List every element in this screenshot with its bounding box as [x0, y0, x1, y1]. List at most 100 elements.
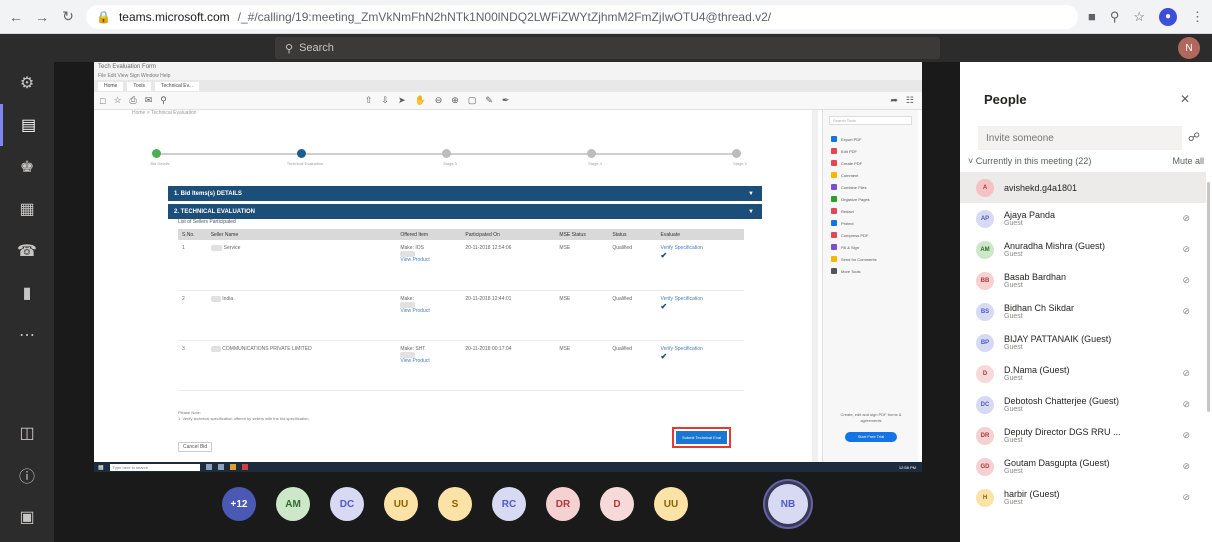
- cell-evaluate: Verify Specification ✔: [656, 290, 744, 341]
- cell-seller: India: [206, 290, 397, 341]
- participant-tile[interactable]: NB: [768, 484, 808, 524]
- app-rail: ⚙ ▤ ♚ ▦ ☎ ▮ ⋯ ◫ ⓘ ▣: [0, 62, 54, 542]
- files-icon[interactable]: ▮: [0, 272, 54, 314]
- mic-muted-icon: ⊘: [1182, 213, 1190, 223]
- participant-name: harbir (Guest): [1004, 489, 1060, 499]
- participant-tile[interactable]: D: [600, 487, 634, 521]
- my-avatar[interactable]: N: [1178, 37, 1200, 59]
- chevron-down-icon: ▼: [748, 190, 754, 197]
- participant-row[interactable]: BB Basab Bardhan Guest ⊘: [960, 265, 1206, 296]
- participant-row[interactable]: Hharbir (Guest) Guest ⊘: [960, 482, 1206, 513]
- participant-tile[interactable]: RC: [492, 487, 526, 521]
- participant-tile[interactable]: AM: [276, 487, 310, 521]
- tool-label: Send for Comments: [841, 256, 877, 262]
- participant-tile[interactable]: UU: [384, 487, 418, 521]
- participant-tile[interactable]: DC: [330, 487, 364, 521]
- people-panel: People ✕ ☍ ˅ Currently in this meeting (…: [960, 62, 1212, 542]
- calendar-icon[interactable]: ▦: [0, 188, 54, 230]
- avatar: A: [976, 178, 994, 197]
- avatar: DC: [976, 395, 994, 414]
- zoom-in-icon: ⊕: [451, 95, 459, 105]
- participant-row[interactable]: BS Bidhan Ch Sikdar Guest ⊘: [960, 296, 1206, 327]
- participant-meta: avishekd.g4a1801: [1004, 183, 1077, 193]
- star-icon[interactable]: ☆: [1133, 9, 1145, 25]
- participant-meta: BIJAY PATTANAIK (Guest) Guest: [1004, 334, 1111, 351]
- check-icon: ✔: [660, 351, 668, 361]
- close-icon[interactable]: ✕: [1180, 92, 1190, 106]
- redacted-block: [210, 295, 221, 302]
- back-icon[interactable]: ←: [8, 9, 24, 25]
- device-icon[interactable]: ▣: [0, 496, 54, 538]
- tool-label: Export PDF: [841, 136, 862, 142]
- cell-item: Make: IOS View Product: [396, 240, 462, 291]
- chevron-down-icon[interactable]: ˅: [968, 156, 976, 166]
- avatar: H: [976, 488, 994, 507]
- tab-home: Home: [98, 81, 124, 91]
- reload-icon[interactable]: ↻: [60, 8, 76, 25]
- taskbar-app-icon: [241, 464, 248, 470]
- invite-input[interactable]: [978, 126, 1182, 150]
- section-title: 1. Bid Items(s) DETAILS: [174, 190, 242, 197]
- mic-muted-icon: ⊘: [1182, 430, 1190, 440]
- sign-icon: ✒: [501, 95, 510, 105]
- more-apps-icon[interactable]: ⋯: [0, 314, 54, 356]
- redacted-block: [210, 245, 223, 251]
- forward-icon[interactable]: →: [34, 9, 50, 25]
- participant-name: Bidhan Ch Sikdar: [1004, 303, 1075, 313]
- participant-tile[interactable]: DR: [546, 487, 580, 521]
- tool-label: Combine Files: [841, 184, 867, 190]
- participant-row[interactable]: GD Goutam Dasgupta (Guest) Guest ⊘: [960, 451, 1206, 482]
- chat-icon[interactable]: ▤: [0, 104, 54, 146]
- zoom-icon[interactable]: ⚲: [1110, 9, 1120, 25]
- apps-icon[interactable]: ◫: [0, 412, 54, 454]
- windows-taskbar: ▦ Type here to search 12:58 PM: [94, 462, 922, 472]
- step-dot: [587, 149, 596, 158]
- calls-icon[interactable]: ☎: [0, 230, 54, 272]
- participant-meta: Debotosh Chatterjee (Guest) Guest: [1004, 396, 1119, 413]
- participant-row[interactable]: DR Deputy Director DGS RRU ... Guest ⊘: [960, 420, 1206, 451]
- step-label: Stage 4: [588, 161, 602, 166]
- participant-row[interactable]: AM Anuradha Mishra (Guest) Guest ⊘: [960, 234, 1206, 265]
- tool-item: Create PDF: [823, 157, 918, 169]
- participant-meta: Deputy Director DGS RRU ... Guest: [1004, 427, 1121, 444]
- participant-tile[interactable]: UU: [654, 487, 688, 521]
- camera-icon[interactable]: ■: [1088, 9, 1096, 24]
- share-link-icon[interactable]: ☍: [1188, 130, 1200, 144]
- participant-role: Guest: [1004, 406, 1023, 413]
- participant-row[interactable]: D D.Nama (Guest) Guest ⊘: [960, 358, 1206, 389]
- mute-all-button[interactable]: Mute all: [1172, 156, 1204, 166]
- cell-sno: 3: [178, 340, 207, 391]
- participant-row[interactable]: Aavishekd.g4a1801: [960, 172, 1206, 203]
- participant-tile[interactable]: S: [438, 487, 472, 521]
- avatar: BB: [976, 271, 994, 290]
- browser-profile-avatar[interactable]: ●: [1159, 7, 1177, 26]
- activity-icon[interactable]: ⚙: [0, 62, 54, 104]
- participant-row[interactable]: DC Debotosh Chatterjee (Guest) Guest ⊘: [960, 389, 1206, 420]
- view-product-link: View Product: [400, 257, 430, 263]
- participant-name: Deputy Director DGS RRU ...: [1004, 427, 1121, 437]
- scrollbar[interactable]: [1207, 182, 1210, 412]
- zoom-out-icon: ⊖: [434, 95, 443, 105]
- cell-date: 20-11-2018 12:44:01: [461, 290, 556, 341]
- participant-meta: Goutam Dasgupta (Guest) Guest: [1004, 458, 1110, 475]
- view-product-link: View Product: [400, 307, 430, 314]
- teams-icon[interactable]: ♚: [0, 146, 54, 188]
- verify-link: Verify Specification: [660, 295, 703, 302]
- participant-row[interactable]: AP Ajaya Panda Guest ⊘: [960, 203, 1206, 234]
- cell-status: Qualified: [608, 240, 657, 291]
- help-icon[interactable]: ⓘ: [0, 454, 54, 496]
- compress-pdf-icon: [831, 232, 837, 238]
- down-icon: ⇩: [381, 95, 389, 105]
- tool-item: Combine Files: [823, 181, 918, 193]
- search-box[interactable]: ⚲ Search: [275, 37, 940, 59]
- tool-item: Fill & Sign: [823, 241, 918, 253]
- free-trial-button: Start Free Trial: [845, 432, 897, 442]
- column-header: Seller Name: [206, 229, 397, 240]
- avatar: AM: [976, 240, 994, 259]
- section-title: 2. TECHNICAL EVALUATION: [174, 208, 256, 215]
- note-text: 1. Verify technical specification offere…: [178, 416, 310, 421]
- participant-row[interactable]: BP BIJAY PATTANAIK (Guest) Guest: [960, 327, 1206, 358]
- address-bar[interactable]: 🔒 teams.microsoft.com /_#/calling/19:meet…: [86, 4, 1078, 29]
- participant-tile[interactable]: +12: [222, 487, 256, 521]
- menu-kebab-icon[interactable]: ⋮: [1191, 9, 1204, 25]
